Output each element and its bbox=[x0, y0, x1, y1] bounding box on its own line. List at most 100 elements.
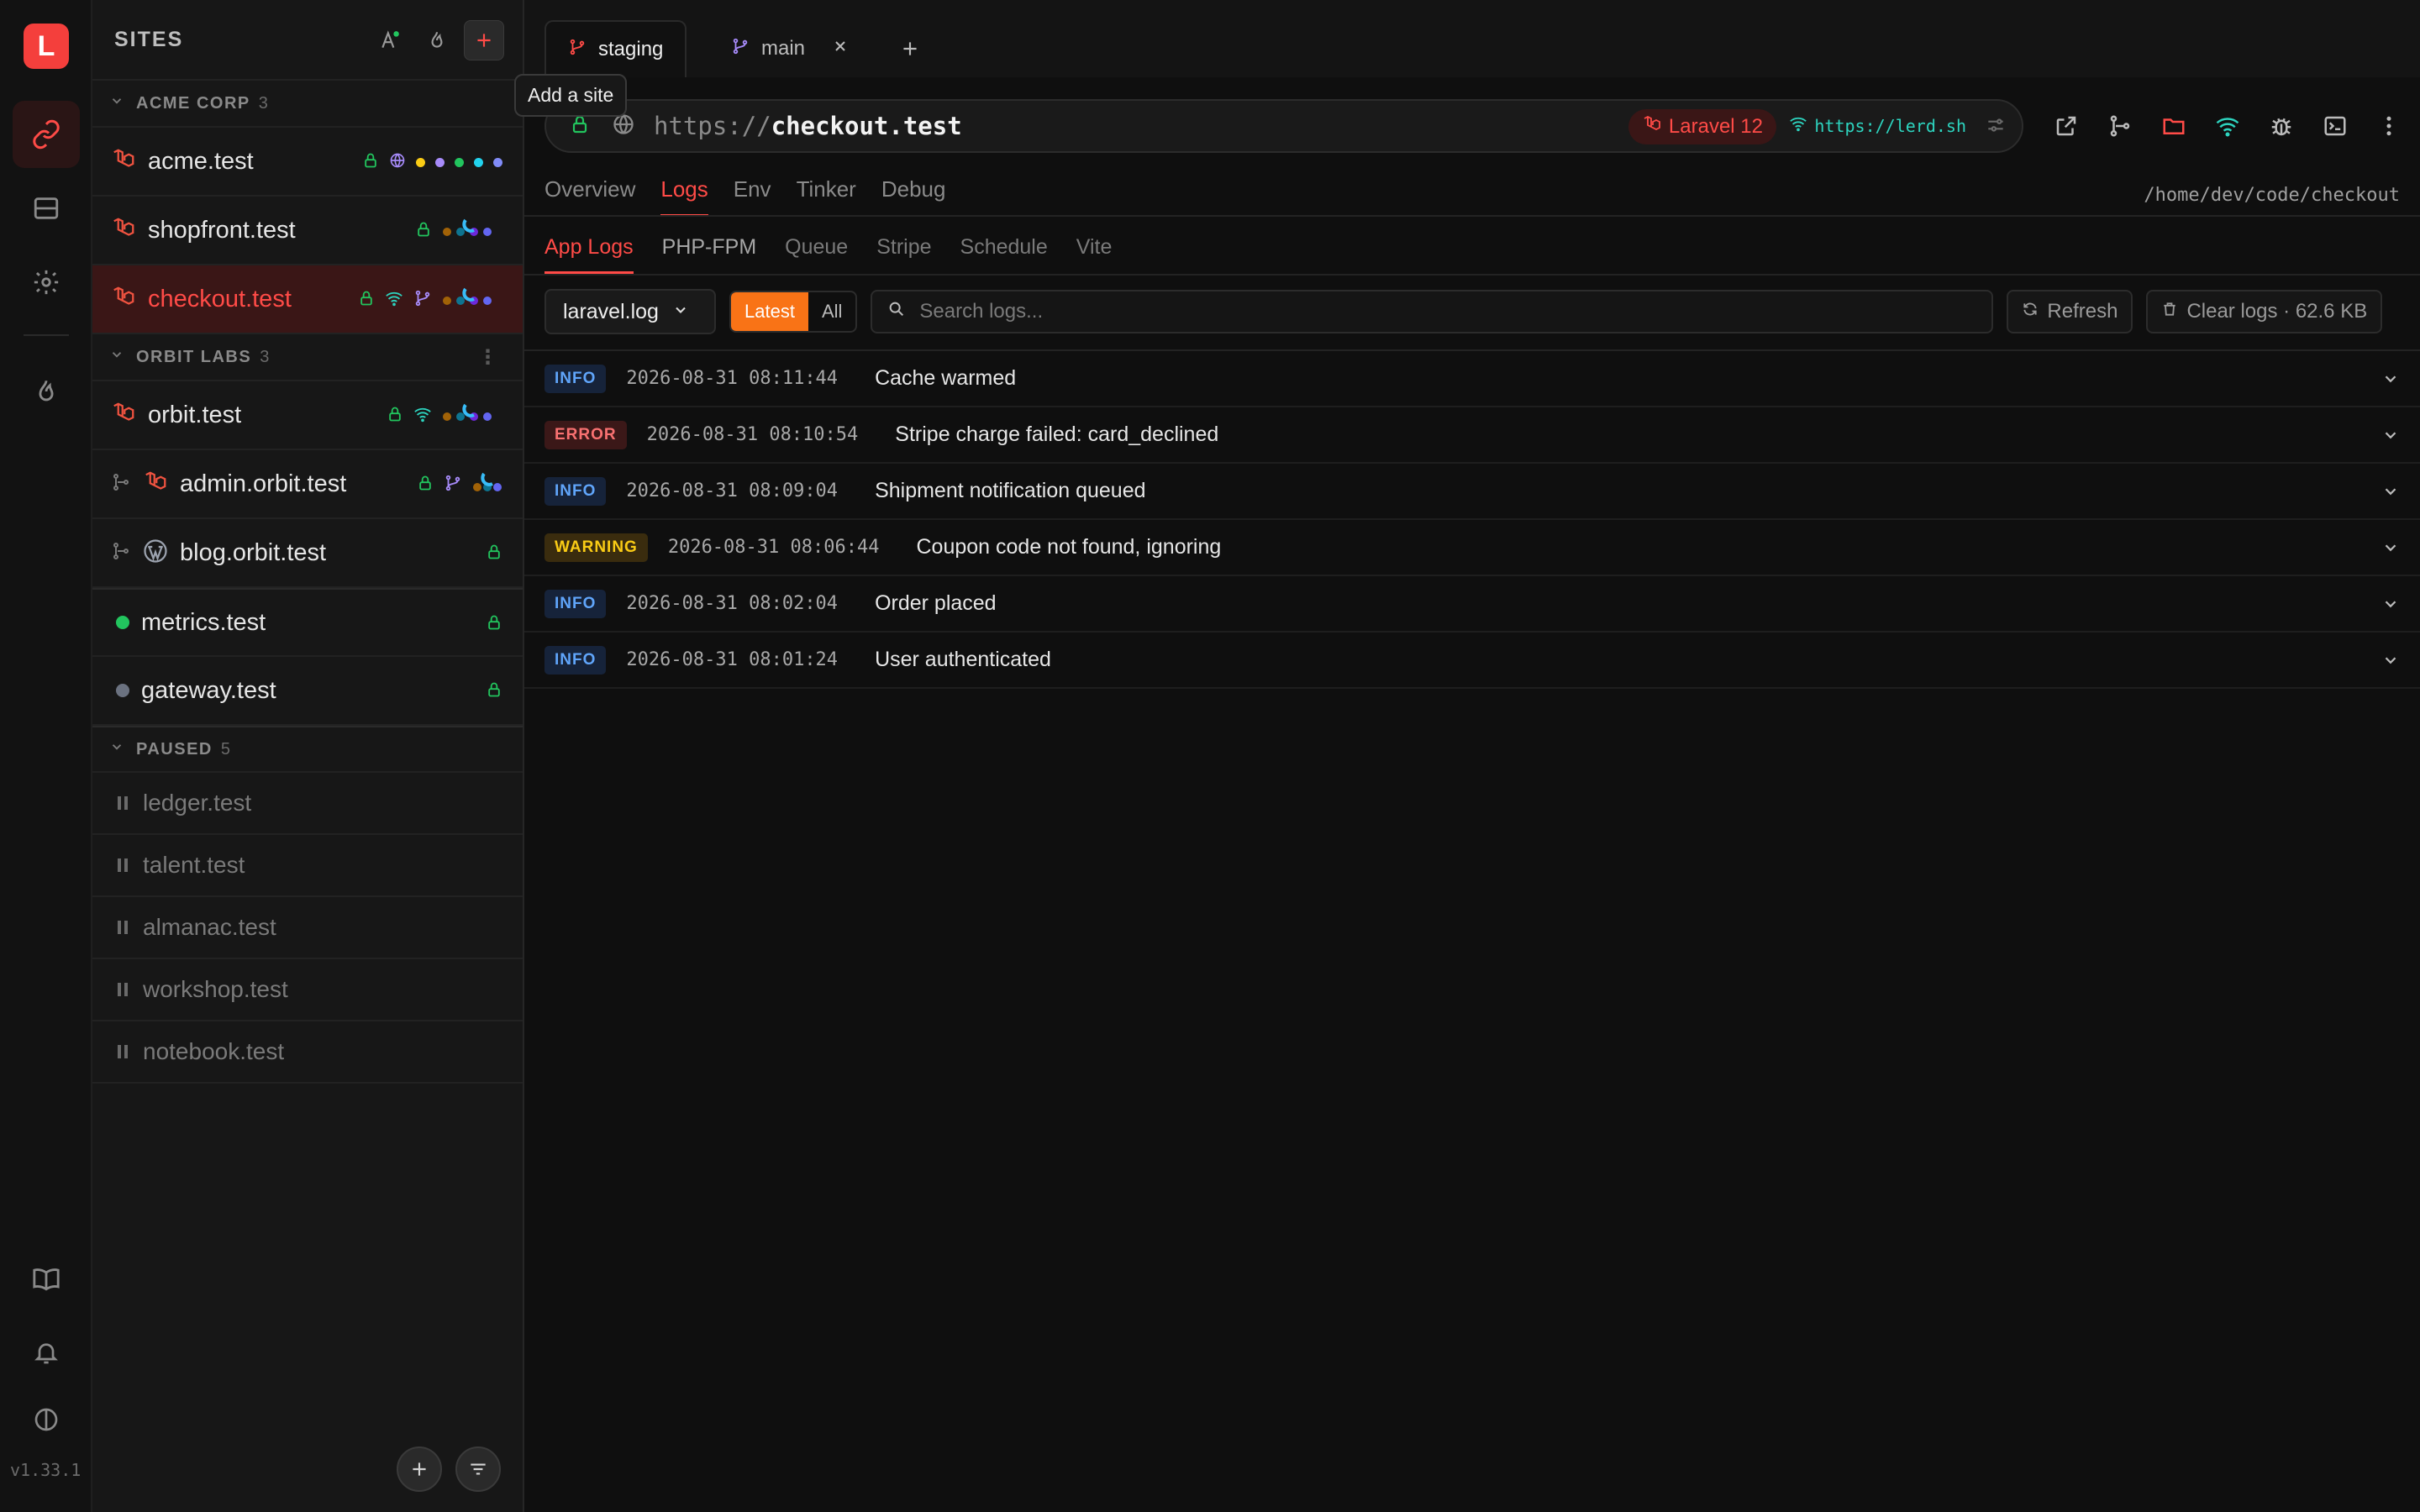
log-entry[interactable]: INFO 2026-08-31 08:01:24 User authentica… bbox=[524, 633, 2420, 689]
chevron-down-icon[interactable] bbox=[2381, 482, 2400, 505]
site-name: almanac.test bbox=[143, 914, 276, 940]
theme-toggle-icon[interactable] bbox=[13, 1386, 80, 1453]
paused-site-item[interactable]: almanac.test bbox=[92, 897, 523, 959]
log-entry[interactable]: INFO 2026-08-31 08:11:44 Cache warmed bbox=[524, 351, 2420, 407]
service-cluster-icon bbox=[472, 470, 502, 500]
share-link[interactable]: https://lerd.sh bbox=[1789, 101, 1966, 151]
php-version-icon[interactable] bbox=[417, 20, 457, 60]
subtab-stripe[interactable]: Stripe bbox=[876, 235, 931, 274]
paused-site-item[interactable]: talent.test bbox=[92, 835, 523, 897]
worktree-icon[interactable] bbox=[2106, 112, 2134, 140]
log-entry[interactable]: INFO 2026-08-31 08:02:04 Order placed bbox=[524, 576, 2420, 633]
group-count: 3 bbox=[258, 93, 270, 113]
wifi-share-icon[interactable] bbox=[2213, 112, 2242, 140]
tab-main[interactable]: main bbox=[709, 20, 871, 77]
more-vertical-icon[interactable]: ⋮ bbox=[478, 345, 500, 370]
log-file-value: laravel.log bbox=[563, 299, 659, 323]
folder-icon[interactable] bbox=[2160, 112, 2188, 140]
services-icon[interactable] bbox=[13, 175, 80, 242]
url-toolbar bbox=[2052, 99, 2403, 153]
git-branch-icon bbox=[413, 289, 432, 312]
debug-bug-icon[interactable] bbox=[2267, 112, 2296, 140]
site-item-blog-orbit[interactable]: blog.orbit.test bbox=[92, 519, 523, 588]
site-item-shopfront[interactable]: shopfront.test bbox=[92, 197, 523, 265]
tab-logs[interactable]: Logs bbox=[660, 176, 708, 217]
framework-label: Laravel 12 bbox=[1668, 115, 1763, 138]
log-entry[interactable]: WARNING 2026-08-31 08:06:44 Coupon code … bbox=[524, 520, 2420, 576]
subtab-queue[interactable]: Queue bbox=[785, 235, 848, 274]
log-entry[interactable]: ERROR 2026-08-31 08:10:54 Stripe charge … bbox=[524, 407, 2420, 464]
docs-book-icon[interactable] bbox=[13, 1245, 80, 1312]
log-entry[interactable]: INFO 2026-08-31 08:09:04 Shipment notifi… bbox=[524, 464, 2420, 520]
tab-debug[interactable]: Debug bbox=[881, 176, 946, 217]
group-header-paused[interactable]: PAUSED 5 bbox=[92, 726, 523, 773]
tab-env[interactable]: Env bbox=[734, 176, 771, 217]
lock-icon bbox=[417, 475, 434, 496]
subtab-schedule[interactable]: Schedule bbox=[960, 235, 1048, 274]
site-item-metrics[interactable]: metrics.test bbox=[92, 588, 523, 657]
sort-filter-button[interactable] bbox=[455, 1446, 501, 1492]
url-bar[interactable]: https://checkout.test Laravel 12 https:/… bbox=[544, 99, 2023, 153]
close-tab-icon[interactable] bbox=[832, 37, 849, 60]
project-path[interactable]: /home/dev/code/checkout bbox=[2144, 185, 2400, 206]
log-message: Shipment notification queued bbox=[875, 479, 1146, 502]
site-name: ledger.test bbox=[143, 790, 252, 816]
group-header-orbit-labs[interactable]: ORBIT LABS 3 ⋮ bbox=[92, 334, 523, 381]
globe-icon bbox=[389, 152, 406, 173]
clear-logs-button[interactable]: Clear logs · 62.6 KB bbox=[2146, 290, 2383, 333]
paused-site-item[interactable]: workshop.test bbox=[92, 959, 523, 1021]
site-item-orbit[interactable]: orbit.test bbox=[92, 381, 523, 450]
log-source-tabs: App Logs PHP-FPM Queue Stripe Schedule V… bbox=[544, 235, 1112, 274]
status-dot bbox=[416, 157, 425, 167]
group-header-acme-corp[interactable]: ACME CORP 3 bbox=[92, 81, 523, 128]
notifications-bell-icon[interactable] bbox=[13, 1319, 80, 1386]
site-name: blog.orbit.test bbox=[180, 538, 327, 566]
log-timestamp: 2026-08-31 08:01:24 bbox=[626, 649, 839, 670]
user-status-icon[interactable] bbox=[370, 20, 410, 60]
open-external-icon[interactable] bbox=[2052, 112, 2081, 140]
chevron-down-icon[interactable] bbox=[2381, 426, 2400, 449]
site-item-acme[interactable]: acme.test bbox=[92, 128, 523, 197]
paused-site-item[interactable]: notebook.test bbox=[92, 1021, 523, 1084]
subtab-php-fpm[interactable]: PHP-FPM bbox=[662, 235, 757, 274]
lock-icon bbox=[415, 221, 432, 242]
subtab-app-logs[interactable]: App Logs bbox=[544, 235, 634, 274]
add-site-round-button[interactable] bbox=[397, 1446, 442, 1492]
sites-link-icon[interactable] bbox=[13, 101, 80, 168]
paused-site-item[interactable]: ledger.test bbox=[92, 773, 523, 835]
tab-staging[interactable]: staging bbox=[544, 20, 687, 77]
chevron-down-icon[interactable] bbox=[2381, 595, 2400, 617]
tab-tinker[interactable]: Tinker bbox=[797, 176, 856, 217]
log-file-select[interactable]: laravel.log bbox=[544, 289, 716, 334]
add-site-tooltip: Add a site bbox=[514, 74, 628, 117]
refresh-button[interactable]: Refresh bbox=[2007, 290, 2133, 333]
terminal-icon[interactable] bbox=[2321, 112, 2349, 140]
log-timestamp: 2026-08-31 08:11:44 bbox=[626, 368, 839, 389]
wifi-share-icon bbox=[1789, 114, 1807, 138]
site-item-gateway[interactable]: gateway.test bbox=[92, 657, 523, 726]
chevron-down-icon bbox=[672, 300, 689, 324]
subtab-vite[interactable]: Vite bbox=[1076, 235, 1113, 274]
latest-button[interactable]: Latest bbox=[731, 292, 808, 331]
chevron-down-icon[interactable] bbox=[2381, 651, 2400, 674]
git-branch-icon bbox=[568, 38, 587, 62]
rail-divider bbox=[24, 334, 69, 336]
search-input[interactable] bbox=[919, 300, 1928, 323]
log-timestamp: 2026-08-31 08:09:04 bbox=[626, 480, 839, 501]
php-flame-icon[interactable] bbox=[13, 358, 80, 425]
site-item-admin-orbit[interactable]: admin.orbit.test bbox=[92, 450, 523, 519]
divider bbox=[524, 274, 2420, 276]
log-list: INFO 2026-08-31 08:11:44 Cache warmed ER… bbox=[524, 351, 2420, 689]
more-vertical-icon[interactable] bbox=[2375, 112, 2403, 140]
log-level-badge: INFO bbox=[544, 589, 607, 618]
chevron-down-icon[interactable] bbox=[2381, 538, 2400, 561]
new-tab-button[interactable] bbox=[877, 20, 943, 77]
settings-gear-icon[interactable] bbox=[13, 249, 80, 316]
site-item-checkout[interactable]: checkout.test bbox=[92, 265, 523, 334]
add-site-button[interactable] bbox=[464, 20, 504, 60]
sliders-icon[interactable] bbox=[1985, 114, 2007, 140]
chevron-down-icon[interactable] bbox=[2381, 370, 2400, 392]
all-button[interactable]: All bbox=[808, 292, 855, 331]
refresh-label: Refresh bbox=[2047, 300, 2118, 323]
tab-overview[interactable]: Overview bbox=[544, 176, 635, 217]
